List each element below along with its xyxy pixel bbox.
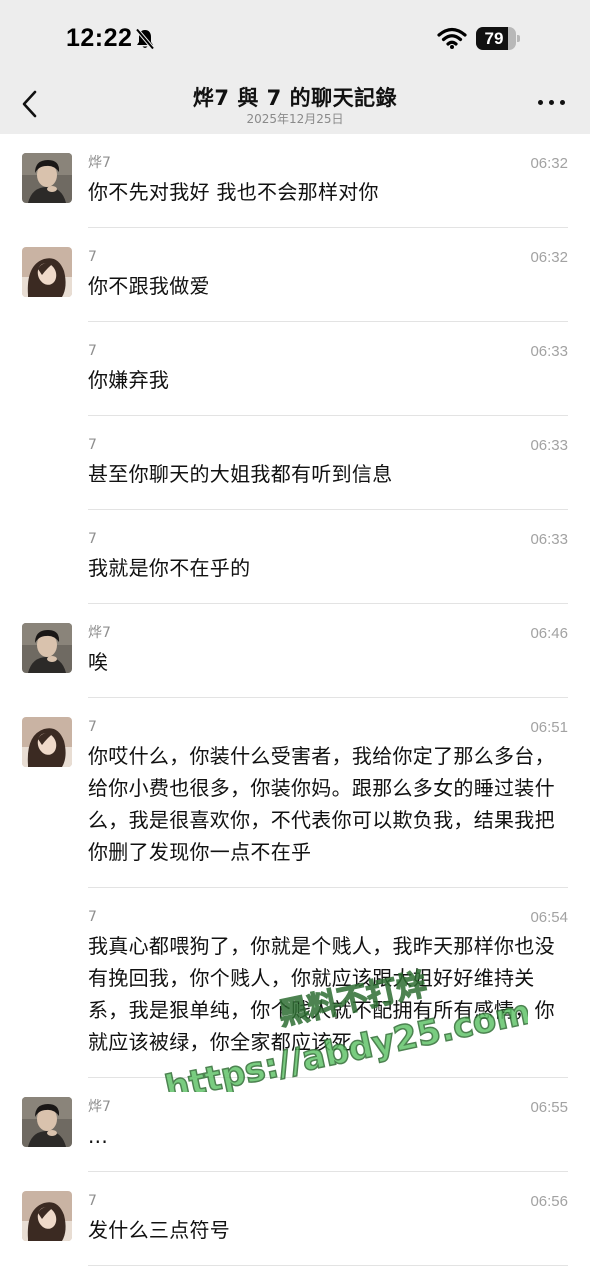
message-row[interactable]: 7 06:56 发什么三点符号 xyxy=(0,1172,590,1266)
message-time: 06:33 xyxy=(530,531,568,548)
battery-level: 79 xyxy=(484,29,504,48)
sender-name: 烨7 xyxy=(88,625,111,641)
message-time: 06:55 xyxy=(530,1099,568,1116)
sender-name: 7 xyxy=(88,249,97,265)
page-title: 烨7 與 7 的聊天記錄 xyxy=(192,86,398,110)
message-row[interactable]: 7 06:32 你不跟我做爱 xyxy=(0,228,590,322)
bell-muted-icon xyxy=(135,28,155,50)
sender-name: 7 xyxy=(88,1193,97,1209)
more-dots-icon[interactable] xyxy=(538,100,566,108)
sender-name: 烨7 xyxy=(88,1099,111,1115)
sender-name: 7 xyxy=(88,719,97,735)
sender-name: 7 xyxy=(88,437,97,453)
message-time: 06:51 xyxy=(530,719,568,736)
sender-name: 7 xyxy=(88,909,97,925)
message-row[interactable]: 7 06:33 甚至你聊天的大姐我都有听到信息 xyxy=(0,416,590,510)
message-row[interactable]: 烨7 06:55... xyxy=(0,1078,590,1172)
message-text: 你哎什么，你装什么受害者，我给你定了那么多台，给你小费也很多，你装你妈。跟那么多… xyxy=(88,744,555,864)
message-text: 你嫌弃我 xyxy=(88,368,170,392)
back-chevron-icon[interactable] xyxy=(18,88,42,120)
message-text: 你不跟我做爱 xyxy=(88,274,210,298)
page-date: 2025年12月25日 xyxy=(246,112,344,126)
message-row[interactable]: 7 06:33 你嫌弃我 xyxy=(0,322,590,416)
sender-name: 烨7 xyxy=(88,155,111,171)
message-time: 06:46 xyxy=(530,625,568,642)
avatar[interactable] xyxy=(22,717,72,767)
message-time: 06:32 xyxy=(530,155,568,172)
battery-icon: 79 xyxy=(476,27,520,50)
avatar[interactable] xyxy=(22,247,72,297)
wifi-icon xyxy=(437,27,467,49)
top-bar: 12:22 79 烨7 與 7 的聊天記錄 2025年12月25日 xyxy=(0,0,590,134)
message-text: 甚至你聊天的大姐我都有听到信息 xyxy=(88,462,393,486)
message-row[interactable]: 烨7 06:32 你不先对我好 我也不会那样对你 xyxy=(0,134,590,228)
message-row[interactable]: 7 06:54 我真心都喂狗了，你就是个贱人，我昨天那样你也没有挽回我，你个贱人，你… xyxy=(0,888,590,1078)
sender-name: 7 xyxy=(88,531,97,547)
status-bar: 12:22 79 xyxy=(0,0,590,80)
message-row[interactable]: 7 06:51 你哎什么，你装什么受害者，我给你定了那么多台，给你小费也很多，你装你… xyxy=(0,698,590,888)
avatar[interactable] xyxy=(22,623,72,673)
avatar[interactable] xyxy=(22,1191,72,1241)
message-time: 06:33 xyxy=(530,437,568,454)
message-text: 我真心都喂狗了，你就是个贱人，我昨天那样你也没有挽回我，你个贱人，你就应该跟大姐… xyxy=(88,934,555,1054)
avatar[interactable] xyxy=(22,153,72,203)
message-text: 唉 xyxy=(88,650,109,674)
message-text: ... xyxy=(88,1124,108,1148)
message-time: 06:33 xyxy=(530,343,568,360)
message-text: 你不先对我好 我也不会那样对你 xyxy=(88,180,379,204)
status-time: 12:22 xyxy=(66,24,133,52)
message-row[interactable]: 烨7 06:46 唉 xyxy=(0,604,590,698)
message-row[interactable]: 7 06:33 我就是你不在乎的 xyxy=(0,510,590,604)
message-time: 06:32 xyxy=(530,249,568,266)
message-text: 发什么三点符号 xyxy=(88,1218,231,1242)
message-text: 我就是你不在乎的 xyxy=(88,556,251,580)
message-time: 06:54 xyxy=(530,909,568,926)
message-time: 06:56 xyxy=(530,1193,568,1210)
message-list[interactable]: 烨7 06:32 你不先对我好 我也不会那样对你 7 06:32 你不跟我做爱 7 06:33… xyxy=(0,134,590,1266)
avatar[interactable] xyxy=(22,1097,72,1147)
sender-name: 7 xyxy=(88,343,97,359)
